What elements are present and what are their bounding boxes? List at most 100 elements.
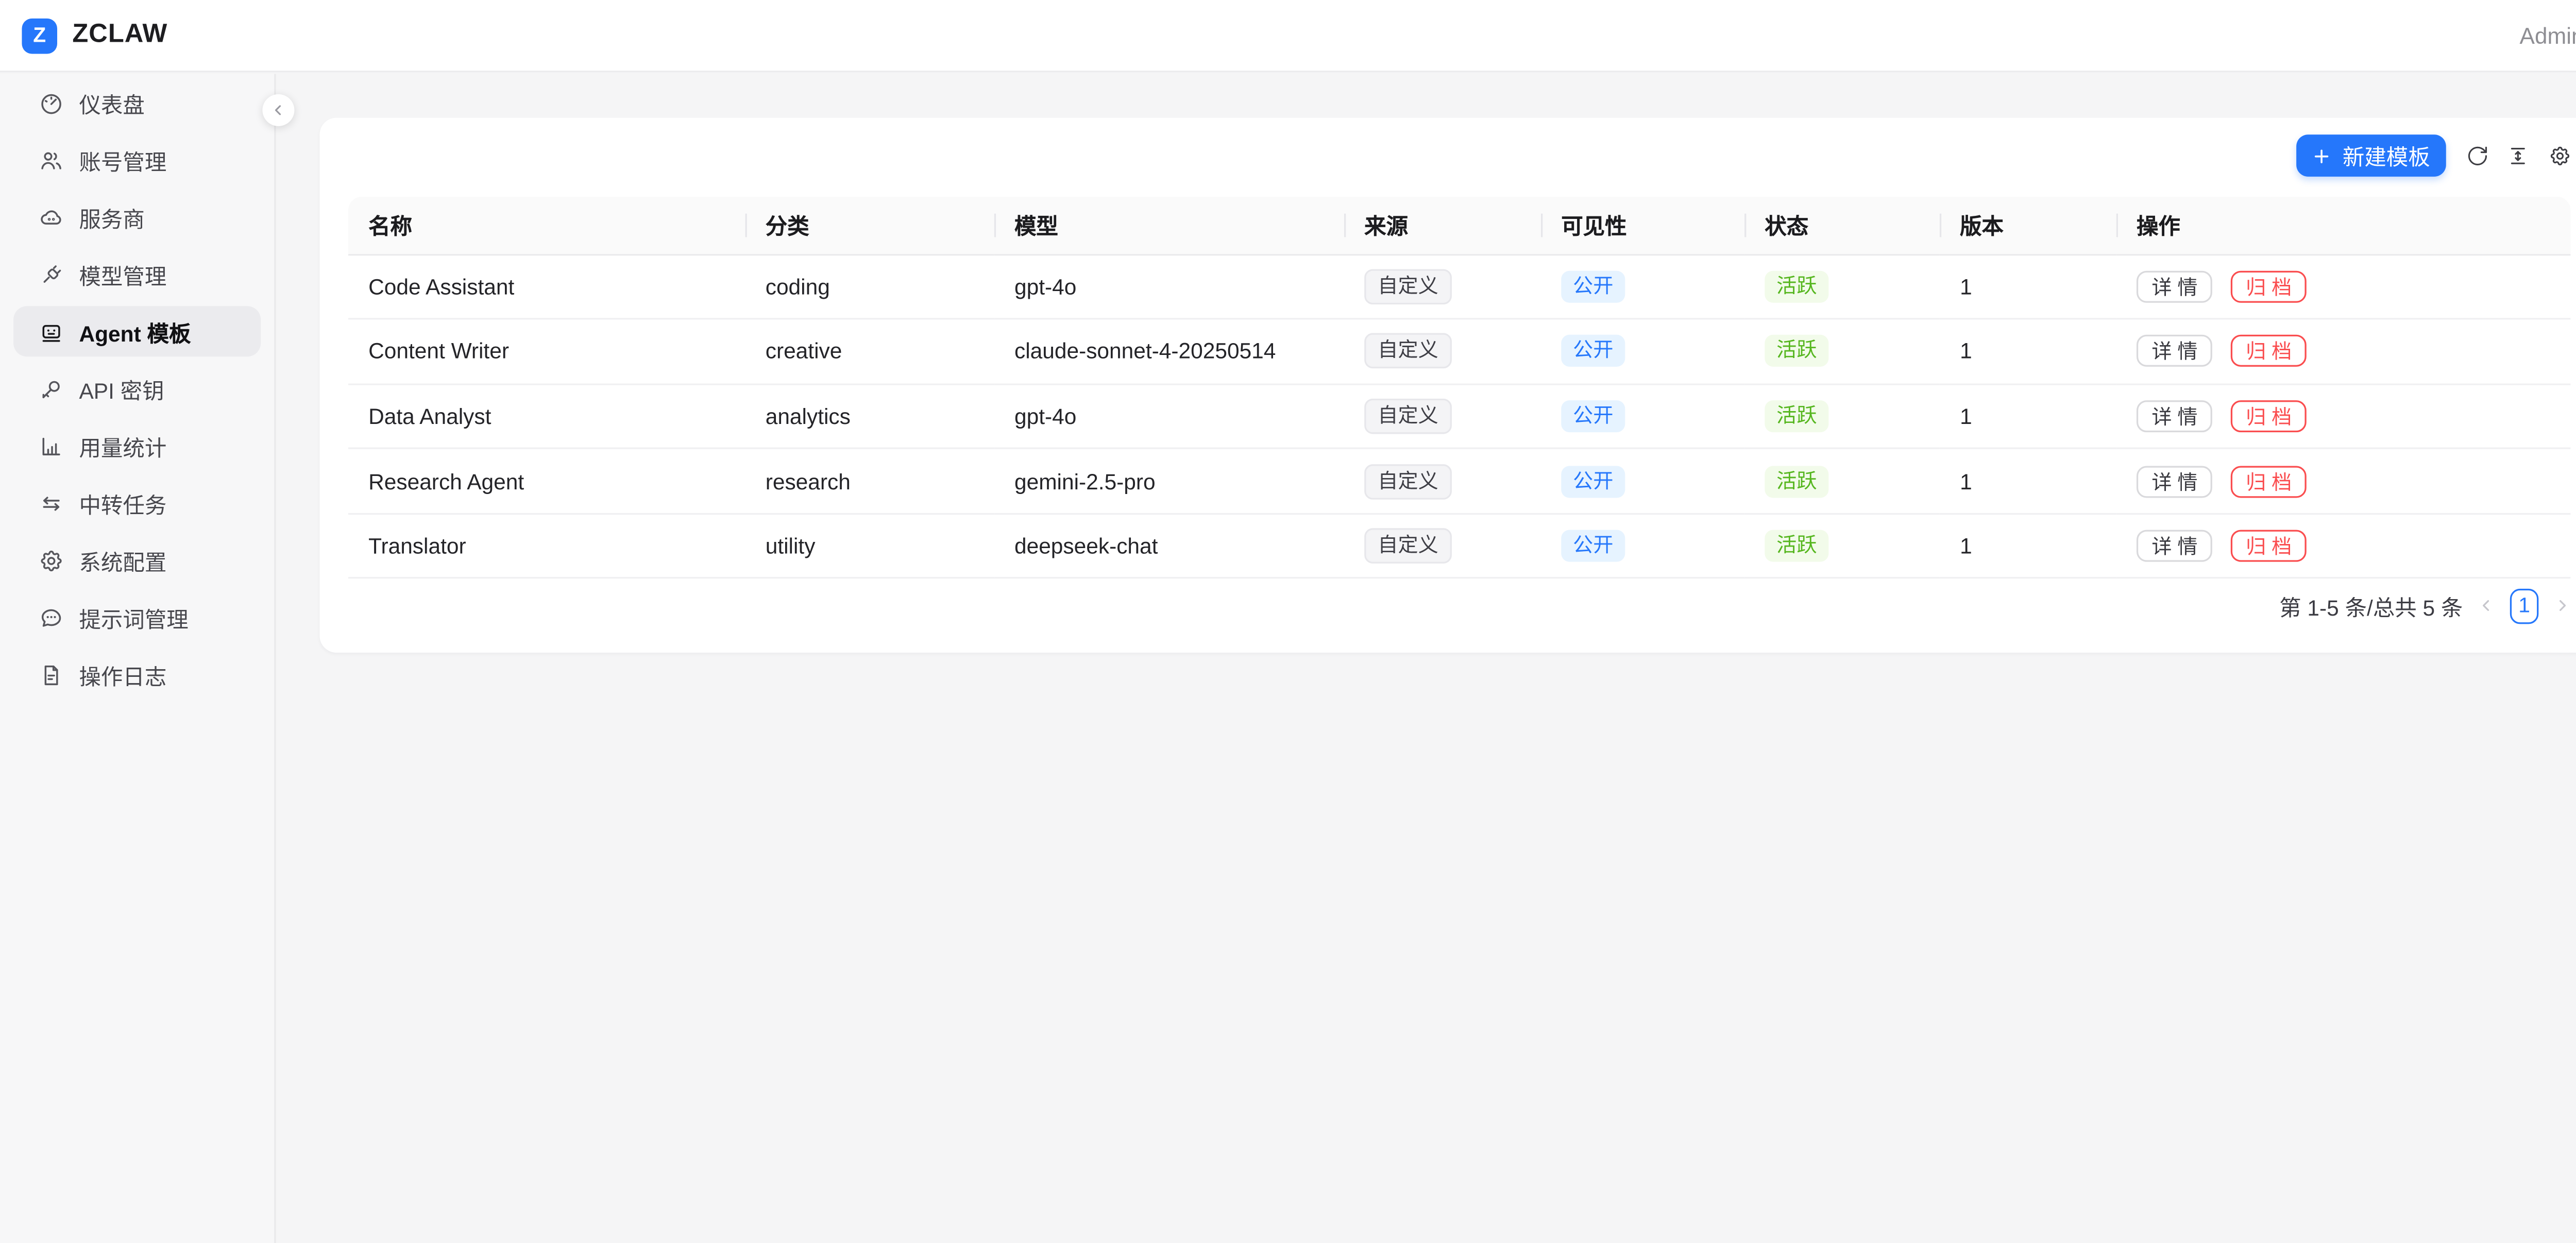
column-header-status: 状态 <box>1744 196 1940 254</box>
archive-button[interactable]: 归 档 <box>2231 465 2307 497</box>
pagination-prev-button[interactable] <box>2478 597 2495 614</box>
sidebar-item-models[interactable]: 模型管理 <box>13 249 261 299</box>
table-row: Data Analyst analytics gpt-4o 自定义 公开 活跃 … <box>348 384 2570 449</box>
robot-icon <box>39 319 64 344</box>
user-menu[interactable]: Admin <box>2520 23 2576 48</box>
cell-name: Content Writer <box>348 319 745 384</box>
pagination: 第 1-5 条/总共 5 条 1 <box>2279 587 2570 624</box>
cell-name: Translator <box>348 514 745 578</box>
source-badge: 自定义 <box>1364 464 1452 499</box>
sidebar-item-accounts[interactable]: 账号管理 <box>13 134 261 185</box>
new-template-button-label: 新建模板 <box>2343 140 2430 172</box>
sidebar-item-dashboard[interactable]: 仪表盘 <box>13 77 261 128</box>
column-header-category: 分类 <box>745 196 994 254</box>
source-badge: 自定义 <box>1364 269 1452 304</box>
archive-button[interactable]: 归 档 <box>2231 530 2307 562</box>
detail-button[interactable]: 详 情 <box>2137 465 2213 497</box>
table-row: Content Writer creative claude-sonnet-4-… <box>348 319 2570 384</box>
sidebar-item-label: 模型管理 <box>79 258 166 290</box>
status-badge: 活跃 <box>1765 400 1828 432</box>
chevron-left-icon <box>2478 597 2495 614</box>
table-row: Translator utility deepseek-chat 自定义 公开 … <box>348 514 2570 578</box>
column-header-model: 模型 <box>994 196 1344 254</box>
sidebar-item-label: Agent 模板 <box>79 315 191 347</box>
cell-version: 1 <box>1940 254 2116 319</box>
status-badge: 活跃 <box>1765 530 1828 562</box>
sidebar-item-system-config[interactable]: 系统配置 <box>13 535 261 585</box>
archive-button[interactable]: 归 档 <box>2231 400 2307 432</box>
settings-gear-icon[interactable] <box>2548 144 2570 167</box>
sidebar-item-label: 用量统计 <box>79 430 166 462</box>
cell-name: Code Assistant <box>348 254 745 319</box>
status-badge: 活跃 <box>1765 335 1828 367</box>
cell-model: gpt-4o <box>994 384 1344 449</box>
cell-name: Data Analyst <box>348 384 745 449</box>
detail-button[interactable]: 详 情 <box>2137 335 2213 367</box>
sidebar: 仪表盘 账号管理 服务商 模型管理 <box>0 74 276 1243</box>
archive-button[interactable]: 归 档 <box>2231 270 2307 302</box>
column-header-source: 来源 <box>1344 196 1541 254</box>
visibility-badge: 公开 <box>1561 530 1625 562</box>
gear-icon <box>39 548 64 573</box>
sidebar-item-label: 仪表盘 <box>79 87 144 118</box>
cell-model: gemini-2.5-pro <box>994 449 1344 514</box>
source-badge: 自定义 <box>1364 334 1452 369</box>
message-dots-icon <box>39 605 64 630</box>
table-toolbar: 新建模板 <box>2297 134 2571 177</box>
visibility-badge: 公开 <box>1561 335 1625 367</box>
sidebar-item-label: 提示词管理 <box>79 601 188 633</box>
bar-chart-icon <box>39 433 64 458</box>
document-icon <box>39 662 64 687</box>
app-root: Z ZCLAW Admin 仪表盘 账号管理 <box>0 0 2576 1243</box>
sidebar-item-api-keys[interactable]: API 密钥 <box>13 363 261 414</box>
cell-version: 1 <box>1940 319 2116 384</box>
main-content: 新建模板 <box>278 74 2576 1243</box>
sidebar-item-label: API 密钥 <box>79 372 164 404</box>
table-row: Research Agent research gemini-2.5-pro 自… <box>348 449 2570 514</box>
brand-logo-letter: Z <box>33 24 46 47</box>
sidebar-item-label: 服务商 <box>79 201 144 233</box>
visibility-badge: 公开 <box>1561 465 1625 497</box>
cell-model: claude-sonnet-4-20250514 <box>994 319 1344 384</box>
pagination-next-button[interactable] <box>2554 597 2571 614</box>
cell-version: 1 <box>1940 514 2116 578</box>
cell-category: analytics <box>745 384 994 449</box>
column-header-actions: 操作 <box>2116 196 2571 254</box>
cell-version: 1 <box>1940 384 2116 449</box>
key-icon <box>39 376 64 401</box>
cell-category: coding <box>745 254 994 319</box>
brand-logo: Z <box>22 18 57 53</box>
sidebar-item-label: 系统配置 <box>79 544 166 576</box>
cell-version: 1 <box>1940 449 2116 514</box>
sidebar-collapse-button[interactable] <box>262 94 294 126</box>
table-row: Code Assistant coding gpt-4o 自定义 公开 活跃 1… <box>348 254 2570 319</box>
cell-category: research <box>745 449 994 514</box>
chevron-left-icon <box>271 103 286 117</box>
pagination-page-1[interactable]: 1 <box>2510 588 2539 623</box>
source-badge: 自定义 <box>1364 399 1452 434</box>
sidebar-item-relay-tasks[interactable]: 中转任务 <box>13 478 261 528</box>
source-badge: 自定义 <box>1364 529 1452 564</box>
sidebar-item-label: 账号管理 <box>79 144 166 176</box>
swap-arrows-icon <box>39 490 64 516</box>
chevron-right-icon <box>2554 597 2571 614</box>
sidebar-item-prompt-management[interactable]: 提示词管理 <box>13 592 261 642</box>
templates-table: 名称 分类 模型 来源 可见性 状态 版本 操作 Code Assistant <box>348 196 2570 579</box>
sidebar-item-providers[interactable]: 服务商 <box>13 192 261 242</box>
refresh-icon[interactable] <box>2465 144 2488 167</box>
detail-button[interactable]: 详 情 <box>2137 530 2213 562</box>
cell-name: Research Agent <box>348 449 745 514</box>
sidebar-nav: 仪表盘 账号管理 服务商 模型管理 <box>0 74 274 700</box>
cell-model: deepseek-chat <box>994 514 1344 578</box>
new-template-button[interactable]: 新建模板 <box>2297 134 2445 177</box>
detail-button[interactable]: 详 情 <box>2137 270 2213 302</box>
archive-button[interactable]: 归 档 <box>2231 335 2307 367</box>
detail-button[interactable]: 详 情 <box>2137 400 2213 432</box>
status-badge: 活跃 <box>1765 270 1828 302</box>
gauge-icon <box>39 90 64 115</box>
sidebar-item-usage-stats[interactable]: 用量统计 <box>13 420 261 471</box>
cell-category: creative <box>745 319 994 384</box>
column-height-icon[interactable] <box>2506 144 2529 167</box>
sidebar-item-agent-templates[interactable]: Agent 模板 <box>13 306 261 356</box>
sidebar-item-operation-logs[interactable]: 操作日志 <box>13 649 261 700</box>
